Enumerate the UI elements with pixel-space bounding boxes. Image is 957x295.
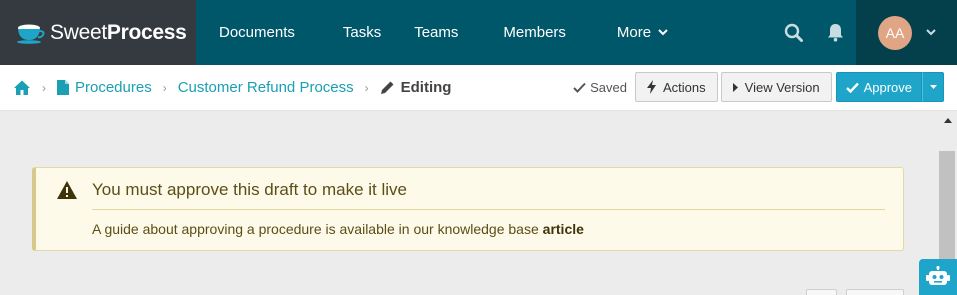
save-status: Saved: [573, 80, 627, 95]
nav-documents-label: Documents: [219, 24, 295, 41]
view-version-button[interactable]: View Version: [720, 72, 832, 102]
breadcrumb-procedure-label: Customer Refund Process: [177, 79, 354, 96]
home-icon[interactable]: [13, 79, 31, 97]
nav-documents[interactable]: Documents: [196, 0, 318, 65]
bolt-icon: [647, 80, 657, 94]
nav-more[interactable]: More: [591, 0, 691, 65]
caret-down-icon: [929, 85, 937, 89]
nav-more-label: More: [616, 24, 652, 41]
breadcrumb-current: Editing: [380, 79, 452, 96]
nav-tasks[interactable]: Tasks: [318, 0, 406, 65]
view-version-button-label: View Version: [744, 79, 820, 95]
caret-right-icon: [732, 82, 738, 92]
robot-icon: [926, 266, 950, 285]
actions-button-label: Actions: [663, 79, 706, 95]
breadcrumb-separator: ›: [162, 80, 167, 95]
toolbar-button-partial[interactable]: [806, 289, 837, 295]
nav-members[interactable]: Members: [481, 0, 591, 65]
chevron-down-icon: [658, 29, 668, 36]
pencil-icon: [380, 81, 394, 94]
search-icon: [784, 23, 803, 42]
logo[interactable]: SweetProcess: [0, 0, 196, 65]
approve-button-label: Approve: [863, 79, 912, 95]
user-menu[interactable]: AA: [856, 0, 957, 65]
scroll-up-arrow[interactable]: [942, 115, 954, 125]
approval-alert: You must approve this draft to make it l…: [32, 167, 904, 251]
top-navbar: SweetProcess Documents Tasks Teams Membe…: [0, 0, 957, 65]
warning-icon: [57, 181, 77, 199]
check-icon: [573, 82, 586, 93]
alert-body: A guide about approving a procedure is a…: [92, 221, 584, 237]
approve-dropdown-toggle[interactable]: [922, 72, 944, 102]
check-icon: [845, 82, 859, 93]
help-bot-button[interactable]: [919, 259, 957, 295]
breadcrumb-separator: ›: [42, 80, 46, 95]
search-button[interactable]: [772, 0, 814, 65]
save-status-label: Saved: [590, 79, 628, 95]
teacup-icon: [17, 24, 45, 44]
approve-button[interactable]: Approve: [835, 72, 922, 102]
document-icon: [57, 80, 69, 95]
notifications-button[interactable]: [814, 0, 856, 65]
editor-actions: Saved Actions View Version Approve: [573, 72, 944, 102]
breadcrumb-bar: › Procedures › Customer Refund Process ›…: [0, 65, 957, 111]
brand-name: SweetProcess: [50, 21, 187, 45]
knowledge-base-article-link[interactable]: article: [543, 221, 584, 237]
toolbar-button-partial[interactable]: [846, 289, 904, 295]
alert-divider: [92, 209, 885, 210]
breadcrumb-procedures-label: Procedures: [75, 79, 152, 96]
actions-button[interactable]: Actions: [635, 72, 718, 102]
bell-icon: [827, 24, 843, 42]
main-nav: Documents Tasks Teams Members More: [196, 0, 691, 65]
nav-tools: [772, 0, 856, 65]
brand-process: Process: [106, 20, 187, 44]
avatar[interactable]: AA: [878, 15, 912, 50]
nav-members-label: Members: [503, 24, 566, 41]
caret-up-icon: [944, 117, 952, 123]
nav-teams[interactable]: Teams: [406, 0, 481, 65]
brand-sweet: Sweet: [50, 20, 107, 44]
breadcrumb-current-label: Editing: [400, 79, 452, 96]
breadcrumb-separator: ›: [364, 80, 369, 95]
alert-body-text: A guide about approving a procedure is a…: [92, 221, 539, 237]
breadcrumb-procedures[interactable]: Procedures: [57, 79, 152, 96]
alert-title: You must approve this draft to make it l…: [92, 180, 407, 199]
chevron-down-icon: [926, 29, 936, 36]
nav-tasks-label: Tasks: [342, 24, 382, 41]
breadcrumb-procedure[interactable]: Customer Refund Process: [178, 79, 354, 96]
nav-teams-label: Teams: [414, 24, 459, 41]
breadcrumb: › Procedures › Customer Refund Process ›…: [0, 79, 451, 97]
